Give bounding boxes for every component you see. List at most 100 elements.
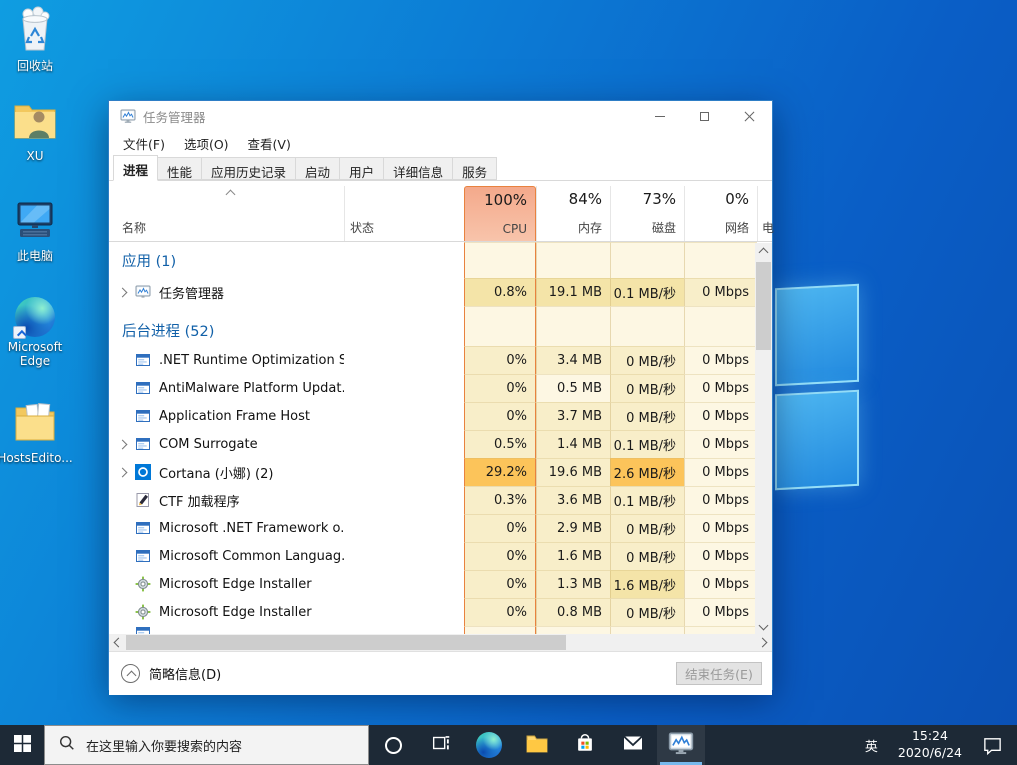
menu-file[interactable]: 文件(F) — [123, 134, 165, 153]
taskbar-search-input[interactable]: 在这里输入你要搜索的内容 — [44, 725, 369, 765]
column-header-cpu[interactable]: 100% CPU — [464, 186, 536, 241]
status-cell — [344, 278, 464, 306]
process-row[interactable]: Microsoft Edge Installer0%1.3 MB1.6 MB/秒… — [109, 570, 757, 598]
tab-6[interactable]: 服务 — [452, 157, 497, 180]
process-row[interactable]: Cortana (小娜) (2)29.2%19.6 MB2.6 MB/秒0 Mb… — [109, 458, 757, 486]
process-name: Microsoft .NET Framework o... — [159, 521, 344, 536]
scroll-up-icon[interactable] — [759, 248, 769, 258]
horizontal-scrollbar[interactable] — [109, 634, 772, 651]
desktop-icon-user-folder[interactable]: XU — [0, 100, 70, 163]
desktop-icon-microsoft-edge[interactable]: Microsoft Edge — [0, 297, 70, 369]
wallpaper-logo-pane — [775, 284, 859, 386]
group-label: 应用 (1) — [119, 250, 176, 271]
heat-cell-net: 0 Mbps — [684, 458, 757, 486]
taskbar-clock[interactable]: 15:24 2020/6/24 — [890, 728, 970, 762]
end-task-button[interactable]: 结束任务(E) — [676, 662, 762, 685]
task-manager-taskbar-button[interactable] — [657, 725, 705, 765]
heat-cell-disk: 0 MB/秒 — [610, 598, 684, 626]
desktop-icon-this-pc[interactable]: 此电脑 — [0, 198, 70, 263]
titlebar[interactable]: 任务管理器 — [109, 101, 772, 131]
column-header-power-partial[interactable]: 电 — [757, 186, 774, 241]
column-header-name[interactable]: 名称 — [109, 186, 344, 241]
column-header-disk[interactable]: 73% 磁盘 — [610, 186, 684, 241]
scroll-down-icon[interactable] — [759, 621, 769, 631]
maximize-button[interactable] — [682, 101, 727, 131]
mail-taskbar-button[interactable] — [609, 725, 657, 765]
heat-cell-disk: 0 MB/秒 — [610, 514, 684, 542]
heat-cell-disk: 2.6 MB/秒 — [610, 458, 684, 486]
process-name: .NET Runtime Optimization S... — [159, 353, 344, 368]
group-header-row[interactable]: 后台进程 (52) — [109, 306, 757, 346]
edge-taskbar-button[interactable] — [465, 725, 513, 765]
task-manager-window: 任务管理器 文件(F) 选项(O) 查看(V) 进程性能应用历史记录启动用户详细… — [108, 100, 773, 690]
tab-0[interactable]: 进程 — [113, 155, 158, 181]
heat-cell-mem: 3.4 MB — [536, 346, 610, 374]
tab-4[interactable]: 用户 — [339, 157, 384, 180]
process-name: COM Surrogate — [159, 437, 258, 452]
tab-5[interactable]: 详细信息 — [383, 157, 453, 180]
tab-3[interactable]: 启动 — [295, 157, 340, 180]
group-header-row[interactable]: 应用 (1) — [109, 242, 757, 278]
scroll-right-icon[interactable] — [758, 638, 768, 648]
vertical-scrollbar[interactable] — [755, 243, 772, 635]
desktop-icon-recycle-bin[interactable]: 回收站 — [0, 6, 70, 73]
process-row[interactable]: CTF 加载程序0.3%3.6 MB0.1 MB/秒0 Mbps — [109, 486, 757, 514]
process-row[interactable]: Microsoft Common Languag...0%1.6 MB0 MB/… — [109, 542, 757, 570]
expander-chevron-icon[interactable] — [118, 439, 128, 449]
scroll-left-icon[interactable] — [114, 638, 124, 648]
status-cell — [344, 346, 464, 374]
heat-cell-disk: 0 MB/秒 — [610, 346, 684, 374]
process-name: 任务管理器 — [159, 283, 224, 302]
name-cell: AntiMalware Platform Updat... — [109, 374, 344, 402]
process-row[interactable]: Microsoft Edge Installer0%0.8 MB0 MB/秒0 … — [109, 598, 757, 626]
heat-cell-cpu: 0% — [464, 542, 536, 570]
status-cell — [344, 542, 464, 570]
heat-cell-disk: 0 MB/秒 — [610, 542, 684, 570]
desktop-icon-hosts-editor[interactable]: HostsEdito... — [0, 400, 70, 465]
start-button[interactable] — [0, 725, 44, 765]
wallpaper-logo-pane — [775, 390, 859, 490]
expander-chevron-icon[interactable] — [118, 467, 128, 477]
status-cell — [344, 458, 464, 486]
column-headers: 名称 状态 100% CPU 84% 内存 73% 磁盘 0% 网络 电 — [109, 186, 772, 242]
fewer-details-toggle[interactable]: 简略信息(D) — [121, 664, 221, 683]
system-tray: 英 15:24 2020/6/24 — [853, 725, 1017, 765]
vertical-scrollbar-thumb[interactable] — [756, 262, 771, 350]
cortana-icon — [385, 737, 402, 754]
heat-cell-mem: 1.4 MB — [536, 430, 610, 458]
column-header-network[interactable]: 0% 网络 — [684, 186, 757, 241]
expander-chevron-icon[interactable] — [118, 287, 128, 297]
heat-cell-cpu: 0% — [464, 514, 536, 542]
process-row[interactable]: COM Surrogate0.5%1.4 MB0.1 MB/秒0 Mbps — [109, 430, 757, 458]
tab-strip: 进程性能应用历史记录启动用户详细信息服务 — [109, 155, 772, 181]
heat-cell-net — [684, 242, 757, 278]
process-row[interactable]: Application Frame Host0%3.7 MB0 MB/秒0 Mb… — [109, 402, 757, 430]
column-header-status[interactable]: 状态 — [344, 186, 464, 241]
action-center-button[interactable] — [970, 735, 1017, 756]
status-bar: 简略信息(D) 结束任务(E) — [109, 651, 772, 695]
process-row[interactable]: 任务管理器0.8%19.1 MB0.1 MB/秒0 Mbps — [109, 278, 757, 306]
file-explorer-taskbar-button[interactable] — [513, 725, 561, 765]
sort-ascending-icon — [226, 190, 236, 200]
process-row[interactable]: Microsoft .NET Framework o...0%2.9 MB0 M… — [109, 514, 757, 542]
task-view-button[interactable] — [417, 725, 465, 765]
menu-view[interactable]: 查看(V) — [248, 134, 291, 153]
cortana-taskbar-button[interactable] — [369, 725, 417, 765]
store-taskbar-button[interactable] — [561, 725, 609, 765]
heat-cell-mem: 0.5 MB — [536, 374, 610, 402]
clock-time: 15:24 — [898, 728, 962, 745]
column-header-memory[interactable]: 84% 内存 — [536, 186, 610, 241]
minimize-button[interactable] — [637, 101, 682, 131]
tab-1[interactable]: 性能 — [157, 157, 202, 180]
maximize-icon — [700, 112, 709, 121]
heat-cell-cpu: 0% — [464, 598, 536, 626]
name-cell: Cortana (小娜) (2) — [109, 458, 344, 486]
process-row[interactable]: AntiMalware Platform Updat...0%0.5 MB0 M… — [109, 374, 757, 402]
language-indicator[interactable]: 英 — [853, 736, 890, 755]
process-row[interactable]: .NET Runtime Optimization S...0%3.4 MB0 … — [109, 346, 757, 374]
desktop-icon-label: Microsoft Edge — [0, 340, 70, 369]
close-button[interactable] — [727, 101, 772, 131]
menu-options[interactable]: 选项(O) — [184, 134, 229, 153]
tab-2[interactable]: 应用历史记录 — [201, 157, 296, 180]
horizontal-scrollbar-thumb[interactable] — [126, 635, 566, 650]
